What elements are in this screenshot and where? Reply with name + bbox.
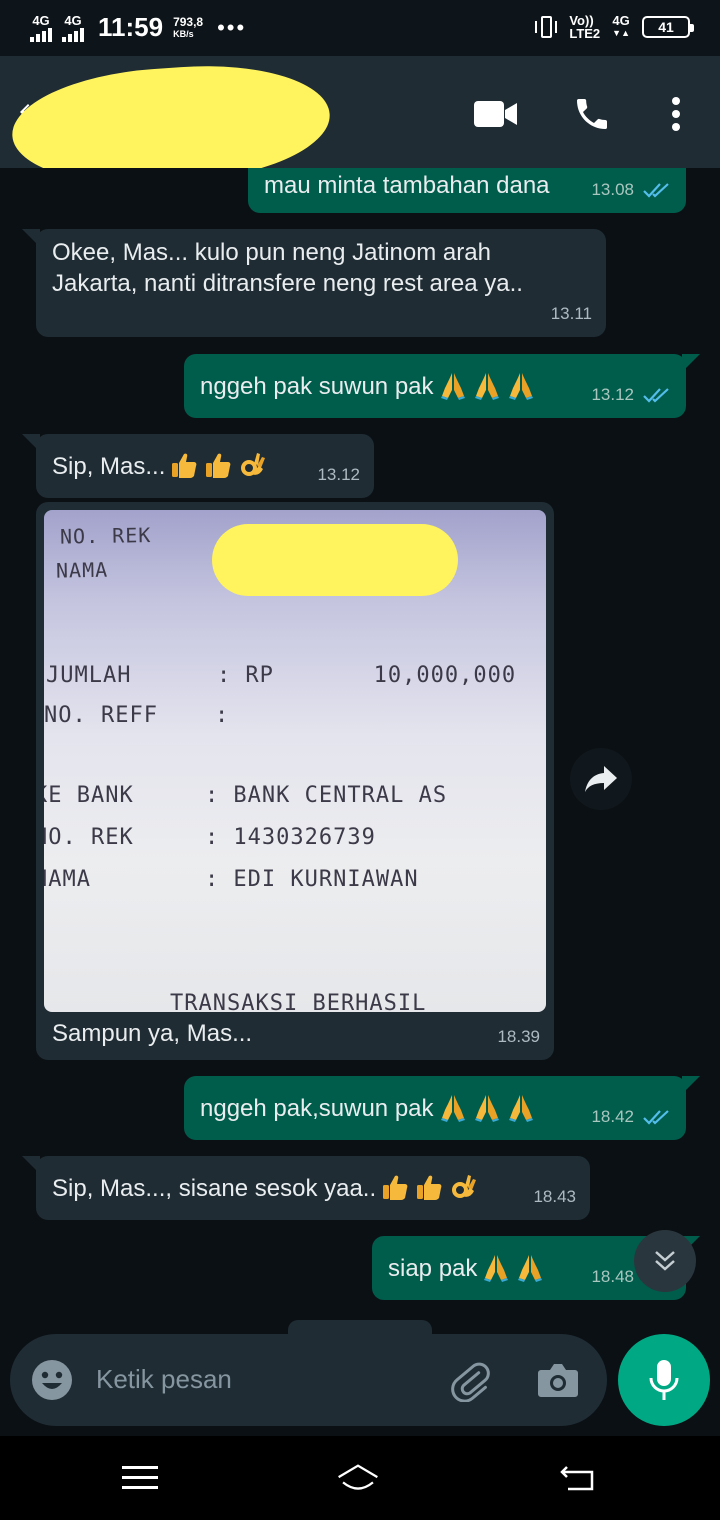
network-speed: 793,8 KB/s — [173, 14, 204, 39]
message-time: 18.39 — [497, 1027, 540, 1046]
pray-emoji-icon — [506, 1092, 536, 1122]
emoji-icon[interactable] — [28, 1356, 76, 1404]
message-time: 13.12 — [591, 385, 634, 404]
message-incoming[interactable]: Sip, Mas... 13.12 — [22, 434, 374, 498]
read-receipt-icon — [643, 1109, 669, 1125]
message-outgoing[interactable]: nggeh pak suwun pak 13.12 — [184, 354, 700, 418]
message-composer: Ketik pesan — [10, 1334, 607, 1426]
message-meta: 13.12 — [317, 459, 360, 490]
message-text: nggeh pak,suwun pak — [200, 1092, 536, 1124]
thumbs-up-emoji-icon — [169, 450, 199, 480]
volte-indicator: Vo)) LTE2 — [569, 13, 601, 41]
message-outgoing[interactable]: nggeh pak,suwun pak 18.42 — [184, 1076, 700, 1140]
message-time: 18.43 — [533, 1187, 576, 1206]
ok-hand-emoji-icon — [237, 450, 267, 480]
forward-icon — [585, 766, 617, 792]
pray-emoji-icon — [472, 370, 502, 400]
redacted-sender-account — [212, 524, 458, 596]
message-meta: 18.43 — [533, 1181, 576, 1212]
pray-emoji-icon — [472, 1092, 502, 1122]
more-notifications-icon: ••• — [217, 14, 247, 40]
network-type-icon: 4G ▼▲ — [612, 13, 630, 38]
pray-emoji-icon — [506, 370, 536, 400]
message-time: 18.42 — [591, 1107, 634, 1126]
back-nav-icon[interactable] — [556, 1458, 600, 1498]
menu-icon[interactable] — [118, 1458, 162, 1498]
pray-emoji-icon — [515, 1252, 545, 1282]
pray-emoji-icon — [438, 370, 468, 400]
scroll-to-bottom-button[interactable] — [634, 1230, 696, 1292]
message-time: 13.08 — [591, 180, 634, 199]
pray-emoji-icon — [438, 1092, 468, 1122]
message-caption: Sampun ya, Mas... — [52, 1020, 253, 1047]
signal-sim2-icon: 4G — [62, 14, 84, 42]
pray-emoji-icon — [481, 1252, 511, 1282]
message-text: Sip, Mas... — [52, 450, 267, 482]
message-text: siap pak — [388, 1252, 545, 1284]
message-meta: 13.08 — [591, 174, 672, 205]
phone-icon[interactable] — [570, 92, 614, 136]
message-time: 13.11 — [550, 304, 592, 323]
message-text: nggeh pak suwun pak — [200, 370, 536, 402]
message-meta: 13.12 — [591, 379, 672, 410]
thumbs-up-emoji-icon — [203, 450, 233, 480]
message-text: Okee, Mas... kulo pun neng Jatinom arah … — [52, 239, 523, 297]
message-outgoing[interactable]: mau minta tambahan dana 13.08 — [248, 168, 686, 213]
message-time: 18.48 — [591, 1267, 634, 1286]
chat-messages[interactable]: mau minta tambahan dana 13.08 Okee, Mas.… — [0, 168, 720, 1434]
status-bar: 4G 4G 11:59 793,8 KB/s ••• Vo)) LTE2 4G … — [0, 0, 720, 56]
clock: 11:59 — [98, 12, 164, 42]
receipt-photo[interactable]: NO. REK : NAMA : JUMLAH : RP 10,000,000 … — [44, 510, 546, 1012]
message-meta: 18.42 — [591, 1101, 672, 1132]
vibrate-icon — [535, 14, 558, 40]
forward-button[interactable] — [570, 748, 632, 810]
double-chevron-down-icon — [655, 1251, 675, 1271]
attach-icon[interactable] — [446, 1356, 494, 1404]
voice-record-button[interactable] — [618, 1334, 710, 1426]
message-image[interactable]: NO. REK : NAMA : JUMLAH : RP 10,000,000 … — [36, 502, 554, 1060]
thumbs-up-emoji-icon — [414, 1172, 444, 1202]
ok-hand-emoji-icon — [448, 1172, 478, 1202]
thumbs-up-emoji-icon — [380, 1172, 410, 1202]
video-call-icon[interactable] — [474, 92, 518, 136]
message-meta: 18.39 — [497, 1021, 540, 1052]
more-vert-icon[interactable] — [654, 92, 698, 136]
home-icon[interactable] — [336, 1458, 380, 1498]
read-receipt-icon — [643, 182, 669, 198]
message-incoming[interactable]: Sip, Mas..., sisane sesok yaa.. 18.43 — [22, 1156, 590, 1220]
message-incoming[interactable]: Okee, Mas... kulo pun neng Jatinom arah … — [22, 229, 606, 337]
camera-icon[interactable] — [534, 1356, 582, 1404]
message-input[interactable]: Ketik pesan — [96, 1364, 232, 1395]
system-nav-bar — [0, 1436, 720, 1520]
message-time: 13.12 — [317, 465, 360, 484]
message-text: Sip, Mas..., sisane sesok yaa.. — [52, 1172, 478, 1204]
battery-icon: 41 — [642, 16, 694, 38]
signal-sim1-icon: 4G — [30, 14, 52, 42]
message-meta: 13.11 — [551, 298, 592, 329]
read-receipt-icon — [643, 387, 669, 403]
mic-icon — [649, 1360, 679, 1400]
message-text: mau minta tambahan dana — [264, 172, 550, 199]
chat-header — [0, 56, 720, 193]
